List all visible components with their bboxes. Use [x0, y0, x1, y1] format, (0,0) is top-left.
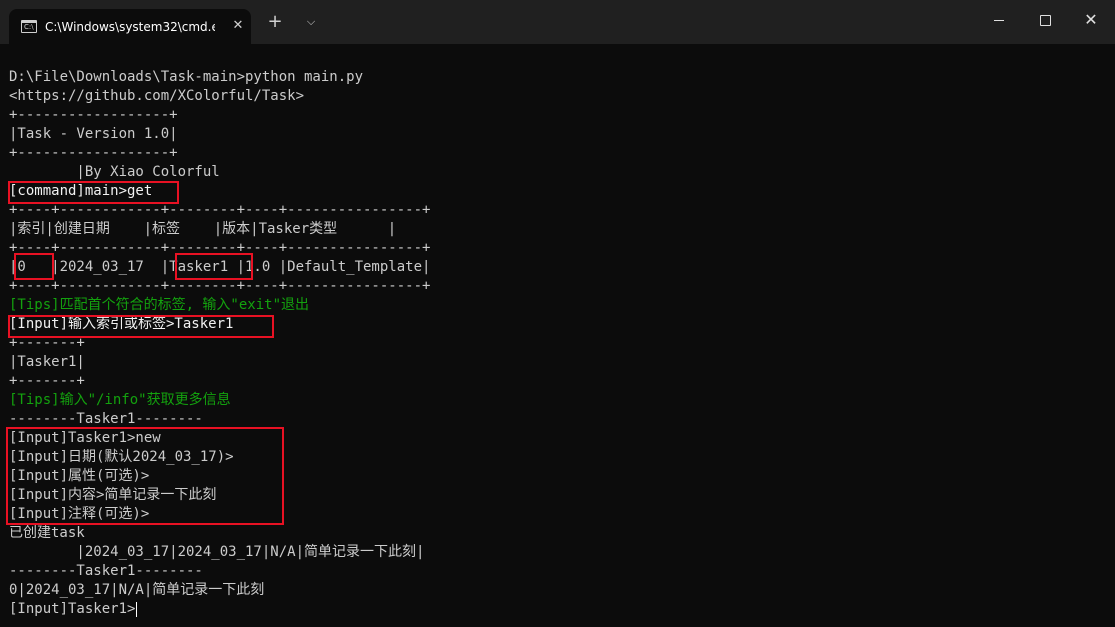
tab-title: C:\Windows\system32\cmd.e: — [45, 20, 215, 34]
prompt-line[interactable]: [Input]Tasker1> — [9, 600, 1105, 619]
chevron-down-icon[interactable]: ⌵ — [300, 11, 322, 33]
close-button[interactable]: ✕ — [1068, 0, 1114, 40]
tips-line: [Tips]匹配首个符合的标签, 输入"exit"退出 — [9, 297, 310, 313]
table-border: +----+------------+--------+----+-------… — [9, 278, 431, 294]
highlight-box-input — [8, 315, 274, 338]
cmd-icon: C:\ — [21, 20, 37, 33]
console-line: +------------------+ — [9, 145, 178, 161]
table-border: +----+------------+--------+----+-------… — [9, 240, 431, 256]
console-line: |2024_03_17|2024_03_17|N/A|简单记录一下此刻| — [9, 544, 425, 560]
console-line: 0|2024_03_17|N/A|简单记录一下此刻 — [9, 582, 265, 598]
maximize-icon — [1040, 15, 1051, 26]
text-cursor — [136, 601, 138, 617]
highlight-box-tag — [175, 253, 253, 280]
prompt-text: [Input]Tasker1> — [9, 601, 136, 617]
console-line: <https://github.com/XColorful/Task> — [9, 88, 305, 104]
minimize-icon — [994, 20, 1004, 21]
terminal-window: C:\ C:\Windows\system32\cmd.e: ✕ + ⌵ ✕ D… — [0, 0, 1115, 627]
table-row: |0 |2024_03_17 |Tasker1 |1.0 |Default_Te… — [9, 259, 431, 275]
minimize-button[interactable] — [976, 0, 1022, 40]
console-line: 已创建task — [9, 525, 85, 541]
console-line: +------------------+ — [9, 107, 178, 123]
title-bar[interactable]: C:\ C:\Windows\system32\cmd.e: ✕ + ⌵ ✕ — [0, 0, 1115, 44]
console-output[interactable]: D:\File\Downloads\Task-main>python main.… — [9, 68, 1105, 620]
tab-cmd[interactable]: C:\ C:\Windows\system32\cmd.e: ✕ — [9, 9, 251, 44]
section-divider: --------Tasker1-------- — [9, 563, 203, 579]
highlight-box-index — [14, 253, 54, 280]
table-header: |索引|创建日期 |标签 |版本|Tasker类型 | — [9, 221, 397, 237]
console-line: |Task - Version 1.0| — [9, 126, 178, 142]
tips-line: [Tips]输入"/info"获取更多信息 — [9, 392, 231, 408]
console-line: |Tasker1| — [9, 354, 85, 370]
console-line: +-------+ — [9, 373, 85, 389]
highlight-box-new-task — [6, 427, 284, 525]
highlight-box-command — [8, 181, 179, 204]
console-line: D:\File\Downloads\Task-main>python main.… — [9, 69, 364, 85]
maximize-button[interactable] — [1022, 0, 1068, 40]
close-tab-icon[interactable]: ✕ — [228, 16, 248, 36]
new-tab-button[interactable]: + — [264, 11, 286, 33]
console-line: |By Xiao Colorful — [9, 164, 220, 180]
